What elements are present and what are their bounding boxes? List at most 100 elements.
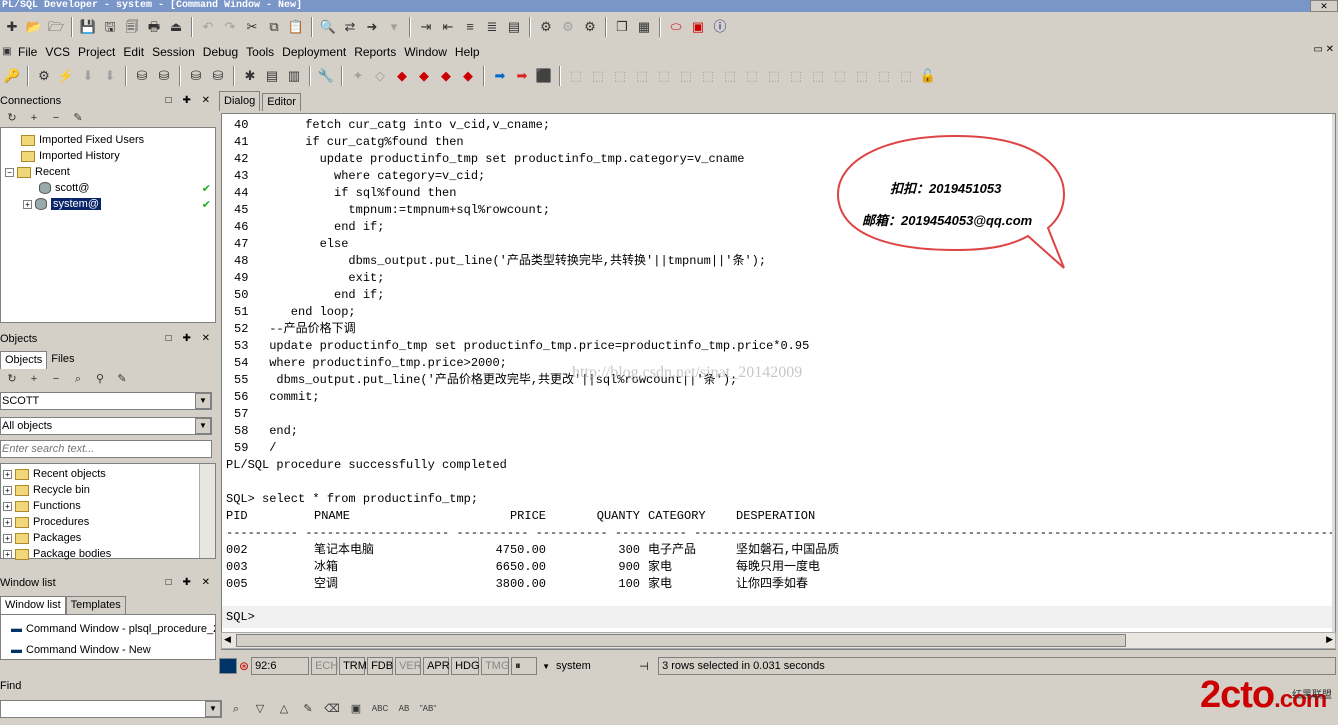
list-item[interactable]: ▬Command Window - plsql_procedure_2.pdc (1, 618, 215, 640)
tab-objects[interactable]: Objects (0, 351, 48, 369)
tool-icon-12[interactable]: ⬚ (808, 66, 828, 86)
collapse-icon[interactable]: − (5, 167, 14, 177)
rollback-icon[interactable]: ⛁ (208, 66, 228, 86)
tree-item[interactable]: scott@ ✔ (1, 180, 215, 196)
tree-item[interactable]: Imported History (1, 148, 215, 164)
expand-icon[interactable]: + (3, 517, 12, 527)
case-icon[interactable]: ▣ (346, 699, 366, 719)
panel-controls[interactable]: □ ✚ ✕ (166, 331, 216, 347)
cascade-icon[interactable]: ❐ (612, 17, 632, 37)
step-back-icon[interactable]: ➡ (490, 66, 510, 86)
edit-icon[interactable]: ✎ (112, 369, 132, 389)
tree-item[interactable]: + Procedures (1, 514, 215, 530)
expand-icon[interactable]: + (3, 485, 12, 495)
scroll-left-icon[interactable]: ◀ (224, 634, 231, 645)
expand-icon[interactable]: + (3, 549, 12, 559)
tree-item[interactable]: + Packages (1, 530, 215, 546)
sql-window-icon[interactable]: ⛁ (132, 66, 152, 86)
owner-select[interactable]: SCOTT ▼ (0, 392, 212, 410)
scroll-right-icon[interactable]: ▶ (1326, 634, 1333, 645)
tab-editor[interactable]: Editor (262, 93, 301, 111)
search-input[interactable] (0, 440, 212, 458)
pause-icon[interactable]: ⏸ (511, 657, 538, 675)
menu-file[interactable]: File (14, 42, 41, 62)
horizontal-scrollbar[interactable]: ◀ ▶ (221, 632, 1336, 649)
panel-controls[interactable]: □ ✚ ✕ (166, 93, 216, 109)
regex-icon[interactable]: AB (394, 699, 414, 719)
commit-icon[interactable]: ⛁ (186, 66, 206, 86)
edit-icon[interactable]: ✎ (68, 108, 88, 128)
step-forward-icon[interactable]: ➡ (512, 66, 532, 86)
menu-project[interactable]: Project (74, 42, 119, 62)
compile-icon[interactable]: ⚙ (536, 17, 556, 37)
flag-trm[interactable]: TRM (339, 657, 367, 675)
mdi-controls[interactable]: ▭ ✕ (1313, 44, 1334, 55)
flag-hdg[interactable]: HDG (451, 657, 480, 675)
expand-icon[interactable]: + (3, 501, 12, 511)
comment-icon[interactable]: ≡ (460, 17, 480, 37)
pdf-icon[interactable]: ▣ (688, 17, 708, 37)
print-icon[interactable]: 🖶 (144, 17, 164, 37)
menu-edit[interactable]: Edit (119, 42, 148, 62)
recompile-icon[interactable]: ⚙ (580, 17, 600, 37)
vertical-scrollbar[interactable] (1332, 114, 1335, 649)
filter-icon[interactable]: ⚲ (90, 369, 110, 389)
tool-icon-11[interactable]: ⬚ (786, 66, 806, 86)
stop-icon[interactable]: ⊛ (239, 659, 249, 673)
add-icon[interactable]: + (24, 108, 44, 128)
flag-ech[interactable]: ECH (311, 657, 338, 675)
flag-apr[interactable]: APR (423, 657, 450, 675)
reopen-icon[interactable]: 🗁 (46, 17, 66, 37)
format-icon[interactable]: ▤ (504, 17, 524, 37)
find-input[interactable]: ▼ (0, 700, 222, 718)
menu-tools[interactable]: Tools (242, 42, 278, 62)
find-binoculars-icon[interactable]: ⌕ (226, 699, 246, 719)
tile-icon[interactable]: ▦ (634, 17, 654, 37)
tab-window-list[interactable]: Window list (0, 596, 66, 614)
tool-icon-9[interactable]: ⬚ (742, 66, 762, 86)
whole-word-icon[interactable]: ABC (370, 699, 390, 719)
lock-icon[interactable]: 🔓 (918, 66, 938, 86)
goto-dropdown-icon[interactable]: ▾ (384, 17, 404, 37)
clear-icon[interactable]: ⌫ (322, 699, 342, 719)
menu-help[interactable]: Help (451, 42, 484, 62)
window-close-button[interactable]: ✕ (1310, 0, 1338, 12)
debug-start-icon[interactable]: ✦ (348, 66, 368, 86)
tool-icon-15[interactable]: ⬚ (874, 66, 894, 86)
info-icon[interactable]: ⓘ (710, 17, 730, 37)
scrollbar-thumb[interactable] (236, 634, 1126, 647)
find-icon[interactable]: ⌕ (68, 369, 88, 389)
close-file-icon[interactable]: ⏏ (166, 17, 186, 37)
fetch-icon[interactable]: ⬇ (78, 66, 98, 86)
save-as-icon[interactable]: 🖫 (100, 17, 120, 37)
cut-icon[interactable]: ✂ (242, 17, 262, 37)
add-icon[interactable]: + (24, 369, 44, 389)
menu-vcs[interactable]: VCS (41, 42, 74, 62)
tool-icon-16[interactable]: ⬚ (896, 66, 916, 86)
wrench-icon[interactable]: 🔧 (316, 66, 336, 86)
break-icon[interactable]: ⚡ (56, 66, 76, 86)
tree-item[interactable]: + Package bodies (1, 546, 215, 562)
tab-dialog[interactable]: Dialog (219, 91, 261, 111)
tab-files[interactable]: Files (47, 351, 79, 369)
menu-window[interactable]: Window (400, 42, 451, 62)
tool-icon-2[interactable]: ⬚ (588, 66, 608, 86)
report-icon[interactable]: ▥ (284, 66, 304, 86)
debug-run-icon[interactable]: ◇ (370, 66, 390, 86)
tool-icon-7[interactable]: ⬚ (698, 66, 718, 86)
tree-item[interactable]: + system@ ✔ (1, 196, 215, 212)
tool-icon-8[interactable]: ⬚ (720, 66, 740, 86)
quote-icon[interactable]: "AB" (418, 699, 438, 719)
menu-deployment[interactable]: Deployment (278, 42, 350, 62)
breakpoint-all-icon[interactable]: ◆ (458, 66, 478, 86)
uncomment-icon[interactable]: ≣ (482, 17, 502, 37)
find-prev-icon[interactable]: △ (274, 699, 294, 719)
new-icon[interactable]: ✚ (2, 17, 22, 37)
tree-item[interactable]: Imported Fixed Users (1, 132, 215, 148)
tool-icon-5[interactable]: ⬚ (654, 66, 674, 86)
undo-icon[interactable]: ↶ (198, 17, 218, 37)
save-all-icon[interactable]: 🗐 (122, 17, 142, 37)
tree-item[interactable]: − Recent (1, 164, 215, 180)
connect-icon[interactable]: 🔑 (2, 66, 22, 86)
menu-debug[interactable]: Debug (199, 42, 242, 62)
